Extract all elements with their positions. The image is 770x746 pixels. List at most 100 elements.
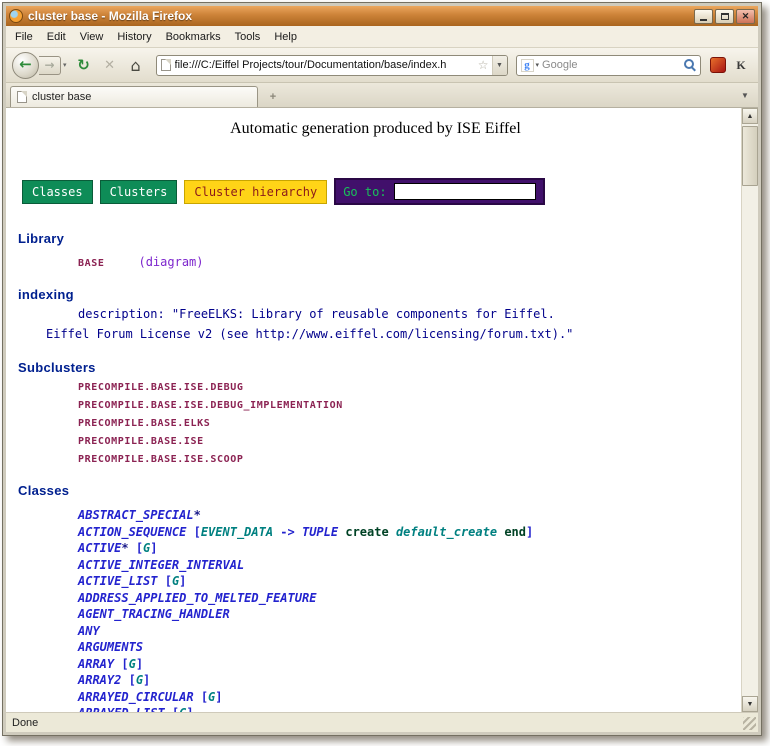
class-link[interactable]: ADDRESS_APPLIED_TO_MELTED_FEATURE [78,591,316,605]
firefox-icon [9,9,23,23]
goto-label: Go to: [343,185,386,199]
doc-button-classes[interactable]: Classes [22,180,93,204]
menu-bookmarks[interactable]: Bookmarks [159,28,228,46]
class-link[interactable]: ARRAY2 [78,673,121,687]
menu-file[interactable]: File [8,28,40,46]
scroll-up-icon[interactable]: ▲ [742,108,758,124]
search-magnifier-icon[interactable] [684,59,696,71]
reload-icon: ↻ [77,56,90,74]
class-link[interactable]: ANY [78,624,100,638]
subcluster-link[interactable]: PRECOMPILE.BASE.ELKS [78,418,735,429]
menu-edit[interactable]: Edit [40,28,73,46]
class-link[interactable]: TUPLE [302,525,338,539]
reload-button[interactable]: ↻ [72,53,96,77]
menu-tools[interactable]: Tools [228,28,268,46]
code-segment: ] [526,525,533,539]
search-input[interactable] [542,59,684,71]
address-input[interactable] [175,59,475,71]
class-entry: ARRAY2 [G] [78,672,735,689]
menu-history[interactable]: History [110,28,158,46]
library-cluster-name[interactable]: BASE [78,258,104,269]
indexing-description: description: "FreeELKS: Library of reusa… [16,306,735,342]
indexing-line: description: "FreeELKS: Library of reusa… [78,306,735,322]
subclusters-heading: Subclusters [18,360,735,375]
subcluster-link[interactable]: PRECOMPILE.BASE.ISE [78,436,735,447]
code-segment: ] [179,574,186,588]
status-bar: Done [6,712,758,732]
navigation-toolbar: ← → ▾ ↻ ✕ ⌂ ☆ ▼ g ▾ K [6,48,758,83]
class-link[interactable]: ARRAY [78,657,114,671]
scroll-down-icon[interactable]: ▼ [742,696,758,712]
subcluster-link[interactable]: PRECOMPILE.BASE.ISE.DEBUG [78,382,735,393]
class-entry: ANY [78,623,735,640]
menu-view[interactable]: View [73,28,111,46]
subcluster-link[interactable]: PRECOMPILE.BASE.ISE.SCOOP [78,454,735,465]
code-segment: [ [186,525,200,539]
bookmark-star-icon[interactable]: ☆ [478,58,489,72]
page-banner: Automatic generation produced by ISE Eif… [16,120,735,138]
minimize-icon [700,19,707,21]
extension-red-icon[interactable] [710,57,726,73]
resize-grip[interactable] [743,717,756,730]
diagram-link[interactable]: (diagram) [138,255,203,269]
scrollbar-track[interactable] [742,124,758,696]
doc-button-clusters[interactable]: Clusters [100,180,178,204]
menu-bar: FileEditViewHistoryBookmarksToolsHelp [6,26,758,48]
class-link[interactable]: ACTIVE_INTEGER_INTERVAL [78,558,244,572]
class-entry: ARRAY [G] [78,656,735,673]
tab-bar: cluster base + ▼ [6,83,758,108]
class-link[interactable]: ARGUMENTS [78,640,143,654]
code-segment: -> [273,525,302,539]
code-segment: [ [114,657,128,671]
class-entry: ACTION_SEQUENCE [EVENT_DATA -> TUPLE cre… [78,524,735,541]
goto-input[interactable] [394,183,536,200]
address-bar[interactable]: ☆ ▼ [156,55,508,76]
class-entry: AGENT_TRACING_HANDLER [78,606,735,623]
minimize-button[interactable] [694,9,713,24]
class-entry: ARRAYED_CIRCULAR [G] [78,689,735,706]
maximize-button[interactable] [715,9,734,24]
subcluster-link[interactable]: PRECOMPILE.BASE.ISE.DEBUG_IMPLEMENTATION [78,400,735,411]
home-icon: ⌂ [130,56,140,75]
list-all-tabs-button[interactable]: ▼ [737,87,753,103]
class-link[interactable]: ACTIVE_LIST [78,574,157,588]
status-text: Done [12,717,38,729]
code-segment [389,525,396,539]
scrollbar-thumb[interactable] [742,126,758,186]
class-entry: ACTIVE_LIST [G] [78,573,735,590]
search-engine-dropdown-icon[interactable]: ▾ [536,61,540,69]
code-segment: create [345,525,388,539]
menu-help[interactable]: Help [267,28,304,46]
class-link[interactable]: AGENT_TRACING_HANDLER [78,607,230,621]
code-segment: [ [157,574,171,588]
code-segment: end [504,525,526,539]
code-segment: ] [136,657,143,671]
home-button[interactable]: ⌂ [124,53,148,77]
class-link[interactable]: ABSTRACT_SPECIAL [78,508,194,522]
address-dropdown-button[interactable]: ▼ [492,56,507,75]
forward-button[interactable]: → [39,56,61,75]
extension-k-icon[interactable]: K [733,57,749,73]
tab-cluster-base[interactable]: cluster base [10,86,258,107]
new-tab-button[interactable]: + [264,88,282,105]
class-list: ABSTRACT_SPECIAL*ACTION_SEQUENCE [EVENT_… [16,507,735,712]
extension-icons: K [710,57,749,73]
stop-button[interactable]: ✕ [98,53,122,77]
class-link[interactable]: ACTION_SEQUENCE [78,525,186,539]
doc-button-cluster-hierarchy[interactable]: Cluster hierarchy [184,180,327,204]
class-link[interactable]: ARRAYED_CIRCULAR [78,690,194,704]
code-segment: default_create [396,525,497,539]
search-bar[interactable]: g ▾ [516,55,702,76]
vertical-scrollbar[interactable]: ▲ ▼ [741,108,758,712]
page-content: Automatic generation produced by ISE Eif… [6,108,741,712]
back-forward-group: ← → ▾ [12,52,70,79]
class-link[interactable]: ACTIVE [78,541,121,555]
title-bar[interactable]: cluster base - Mozilla Firefox ✕ [6,6,758,26]
tab-label: cluster base [32,91,91,103]
doc-button-row: Classes ClustersCluster hierarchy Go to: [22,178,735,205]
site-favicon [161,59,171,71]
back-button[interactable]: ← [12,52,39,79]
stop-icon: ✕ [104,58,115,73]
history-dropdown-icon[interactable]: ▾ [63,61,67,69]
close-button[interactable]: ✕ [736,9,755,24]
